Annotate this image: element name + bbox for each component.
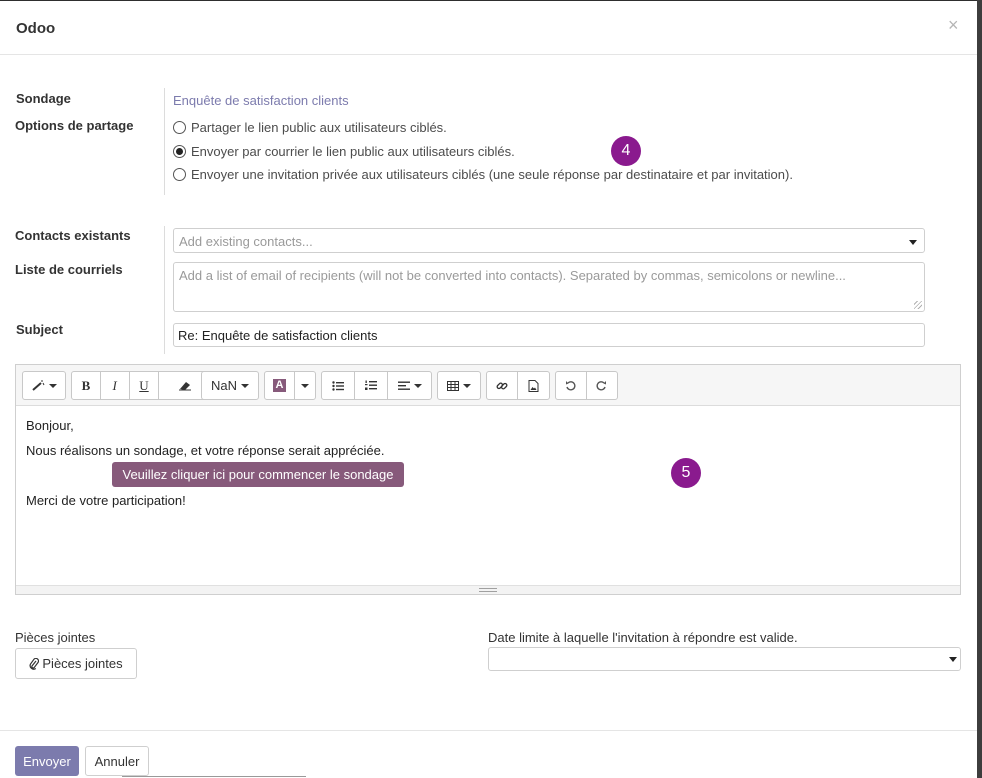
bold-button[interactable]: B [72, 372, 101, 399]
survey-link[interactable]: Enquête de satisfaction clients [173, 93, 349, 108]
undo-icon [566, 381, 576, 391]
paragraph-group [321, 371, 432, 400]
share-option-private-invite[interactable]: Envoyer une invitation privée aux utilis… [173, 167, 793, 182]
link-icon [496, 382, 508, 389]
radio-public-link[interactable] [173, 121, 186, 134]
deadline-label: Date limite à laquelle l'invitation à ré… [488, 630, 798, 645]
format-group: B I U [71, 371, 212, 400]
subject-input[interactable]: Re: Enquête de satisfaction clients [173, 323, 925, 347]
style-group [22, 371, 66, 400]
paperclip-icon [29, 657, 40, 670]
numbered-list-button[interactable] [355, 372, 388, 399]
font-size-dropdown[interactable]: NaN [202, 372, 258, 399]
chevron-down-icon[interactable] [909, 240, 917, 245]
step-badge-5: 5 [671, 458, 701, 488]
emails-label: Liste de courriels [15, 262, 123, 277]
redo-icon [596, 381, 607, 391]
bullet-list-button[interactable] [322, 372, 355, 399]
underline-button[interactable]: U [130, 372, 160, 399]
share-option-label: Envoyer une invitation privée aux utilis… [191, 167, 793, 182]
chevron-down-icon[interactable] [949, 657, 957, 662]
send-button[interactable]: Envoyer [15, 746, 79, 776]
text-color-icon: A [273, 379, 286, 392]
start-survey-button[interactable]: Veuillez cliquer ici pour commencer le s… [112, 462, 404, 487]
align-icon [397, 381, 410, 390]
thanks-text: Merci de votre participation! [26, 493, 186, 508]
greeting-text: Bonjour, [26, 418, 74, 433]
intro-text: Nous réalisons un sondage, et votre répo… [26, 443, 385, 458]
caret-down-icon [301, 383, 309, 388]
text-color-dropdown[interactable] [295, 372, 315, 399]
redo-button[interactable] [587, 372, 617, 399]
message-editor[interactable]: B I U NaN A Bonjour, Nous réalisons un s… [15, 364, 961, 595]
dialog-header: Odoo × [0, 1, 977, 55]
deadline-select[interactable] [488, 647, 961, 671]
share-option-public-link[interactable]: Partager le lien public aux utilisateurs… [173, 120, 447, 135]
contacts-select[interactable]: Add existing contacts... [173, 228, 925, 253]
share-options-label: Options de partage [15, 118, 134, 133]
step-badge-4: 4 [611, 136, 641, 166]
table-dropdown[interactable] [438, 372, 480, 399]
label-divider [164, 226, 165, 354]
style-dropdown[interactable] [23, 372, 65, 399]
image-button[interactable] [518, 372, 549, 399]
caret-down-icon [49, 383, 57, 388]
font-size-value: NaN [210, 378, 237, 393]
caret-down-icon [413, 383, 422, 388]
share-option-email-link[interactable]: Envoyer par courrier le lien public aux … [173, 144, 515, 159]
caret-down-icon [241, 383, 249, 388]
cancel-button[interactable]: Annuler [85, 746, 149, 776]
align-dropdown[interactable] [388, 372, 431, 399]
contacts-label: Contacts existants [15, 228, 131, 243]
emails-placeholder: Add a list of email of recipients (will … [179, 268, 846, 283]
image-icon [528, 379, 539, 392]
bullet-list-icon [332, 380, 344, 391]
font-size-group: NaN [201, 371, 259, 400]
close-icon[interactable]: × [948, 15, 959, 36]
caret-down-icon [463, 383, 471, 388]
editor-resize-bar[interactable] [16, 585, 960, 594]
link-button[interactable] [487, 372, 518, 399]
radio-email-link[interactable] [173, 145, 186, 158]
eraser-icon [179, 382, 192, 391]
share-option-label: Partager le lien public aux utilisateurs… [191, 120, 447, 135]
survey-label: Sondage [16, 91, 71, 106]
footer-divider [0, 730, 977, 731]
text-color-button[interactable]: A [265, 372, 295, 399]
attachments-button[interactable]: Pièces jointes [15, 648, 137, 679]
share-option-label: Envoyer par courrier le lien public aux … [191, 144, 515, 159]
numbered-list-icon [365, 380, 377, 390]
editor-toolbar: B I U NaN A [16, 365, 960, 406]
history-group [555, 371, 618, 400]
subject-value: Re: Enquête de satisfaction clients [178, 328, 378, 343]
window-right-edge [977, 0, 982, 778]
table-group [437, 371, 481, 400]
radio-private-invite[interactable] [173, 168, 186, 181]
italic-button[interactable]: I [101, 372, 130, 399]
subject-label: Subject [16, 322, 63, 337]
attachments-label: Pièces jointes [15, 630, 96, 645]
insert-group [486, 371, 550, 400]
resize-grip-icon [479, 588, 497, 592]
editor-content[interactable]: Bonjour, Nous réalisons un sondage, et v… [16, 406, 960, 586]
attachments-button-label: Pièces jointes [42, 656, 123, 671]
resize-grip-icon[interactable] [914, 301, 922, 309]
label-divider [164, 88, 165, 195]
table-icon [447, 380, 459, 391]
undo-button[interactable] [556, 372, 587, 399]
magic-wand-icon [32, 380, 45, 391]
dialog-title: Odoo [16, 20, 56, 37]
contacts-placeholder: Add existing contacts... [179, 234, 313, 249]
emails-textarea[interactable]: Add a list of email of recipients (will … [173, 262, 925, 312]
color-group: A [264, 371, 316, 400]
